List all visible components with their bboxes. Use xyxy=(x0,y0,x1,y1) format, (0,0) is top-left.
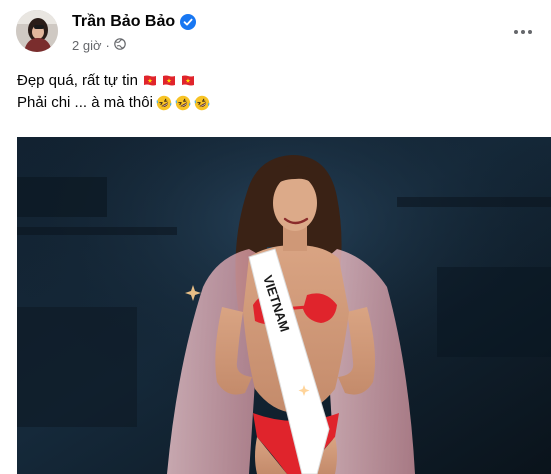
separator-dot: · xyxy=(105,38,110,53)
post-time[interactable]: 2 giờ xyxy=(72,38,102,53)
post-meta: 2 giờ · xyxy=(72,38,126,53)
rolling-laughing-icon xyxy=(175,95,191,111)
pageant-photo: VIETNAM xyxy=(17,137,551,474)
caption-line-1: Đẹp quá, rất tự tin xyxy=(17,70,210,92)
caption-text-1: Đẹp quá, rất tự tin xyxy=(17,72,138,89)
vietnam-flag-icon xyxy=(180,73,196,89)
rolling-laughing-icon xyxy=(194,95,210,111)
author-name-row: Trần Bảo Bảo xyxy=(72,13,197,31)
caption-text-2: Phải chi ... à mà thôi xyxy=(17,94,153,111)
more-options-button[interactable] xyxy=(511,22,535,42)
verified-badge-icon xyxy=(180,14,197,30)
post-media-image[interactable]: VIETNAM xyxy=(17,137,551,474)
author-name[interactable]: Trần Bảo Bảo xyxy=(72,13,175,31)
avatar-image xyxy=(16,10,58,52)
more-options-icon xyxy=(514,30,532,34)
caption-line-2: Phải chi ... à mà thôi xyxy=(17,92,210,114)
facebook-post: Trần Bảo Bảo 2 giờ · Đẹp quá, rất tự tin… xyxy=(0,0,551,474)
avatar[interactable] xyxy=(16,10,58,52)
globe-icon[interactable] xyxy=(114,38,126,53)
vietnam-flag-icon xyxy=(142,73,158,89)
rolling-laughing-icon xyxy=(156,95,172,111)
vietnam-flag-icon xyxy=(161,73,177,89)
post-caption: Đẹp quá, rất tự tin Phải chi ... à mà th… xyxy=(17,70,210,114)
